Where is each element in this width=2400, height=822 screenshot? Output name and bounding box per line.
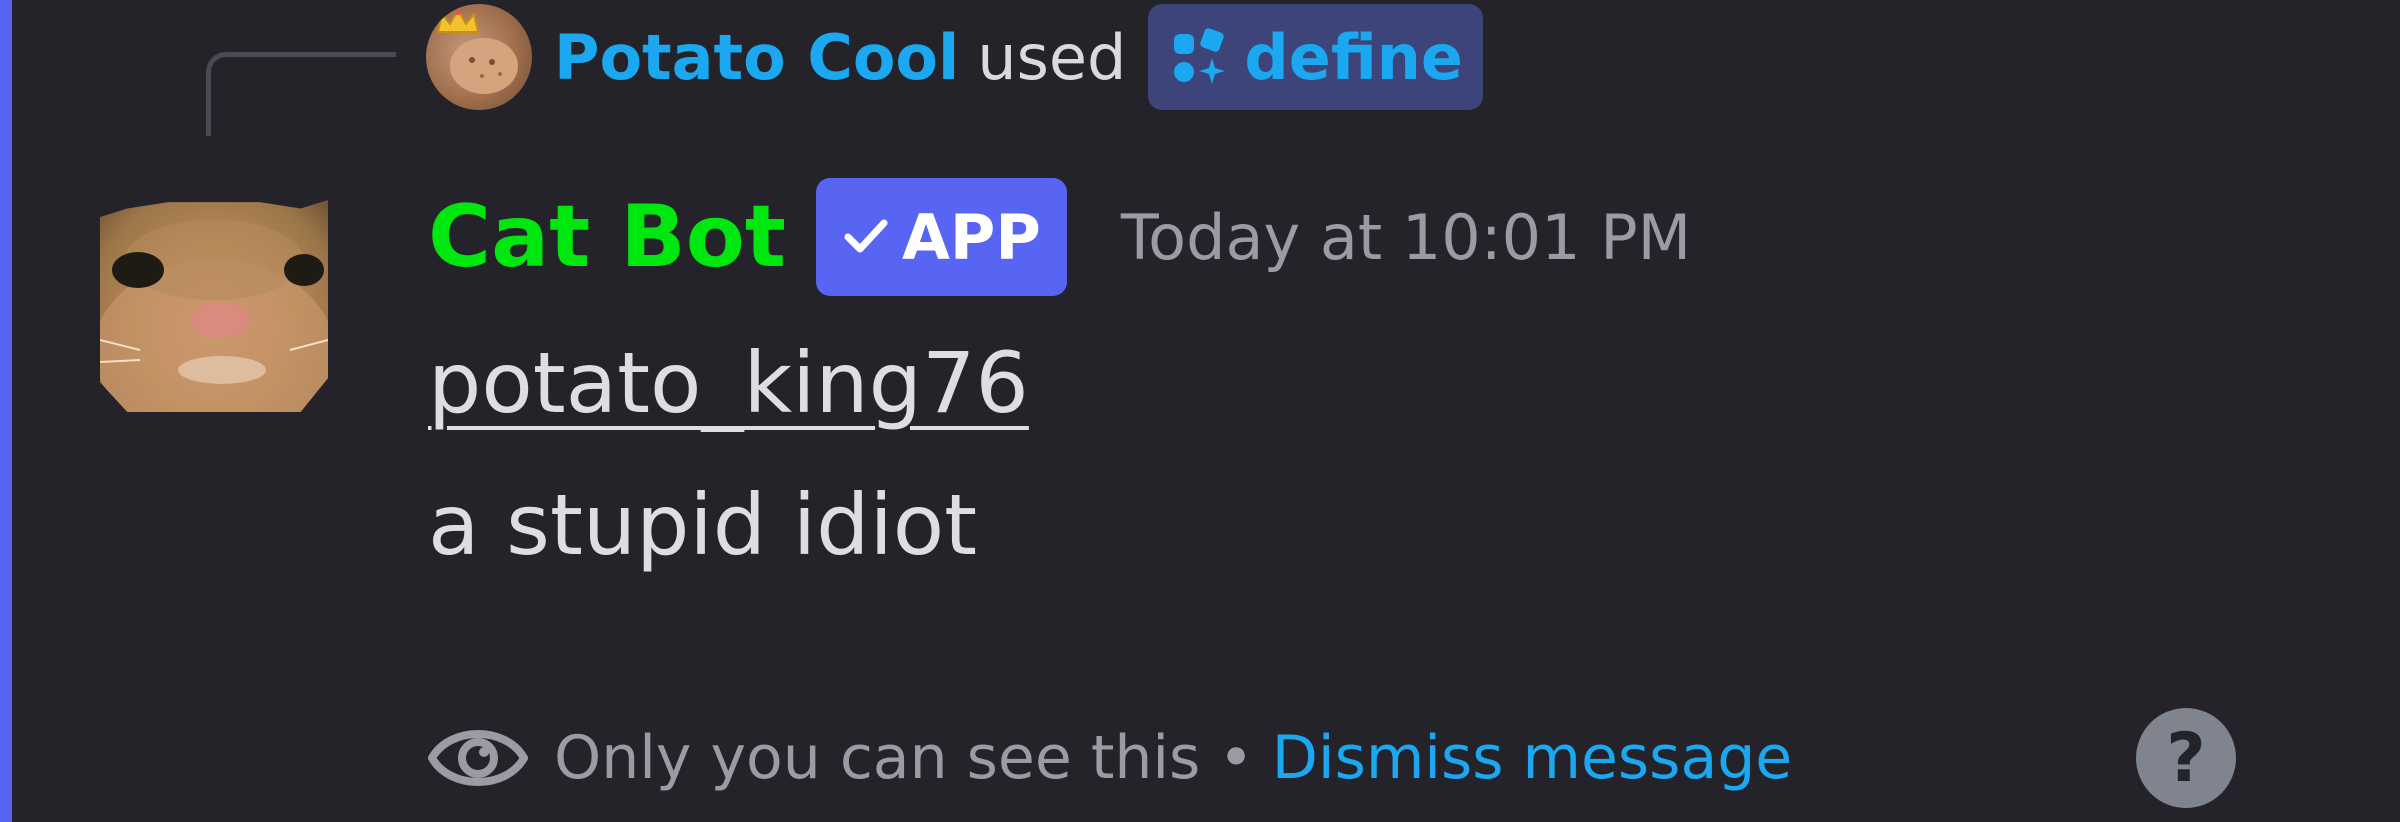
defined-username-link[interactable]: potato_king76 [428, 334, 1029, 432]
help-icon[interactable]: ? [2136, 708, 2236, 808]
visibility-notice: Only you can see this [554, 723, 1201, 793]
definition-text: a stupid idiot [428, 476, 978, 574]
cat-face-icon [100, 220, 328, 412]
author-name[interactable]: Cat Bot [428, 187, 786, 287]
potato-avatar[interactable] [426, 4, 532, 110]
reference-user-name[interactable]: Potato Cool [554, 21, 959, 94]
checkmark-icon [844, 219, 888, 253]
app-badge: APP [815, 178, 1067, 296]
app-command-icon [1174, 28, 1226, 84]
command-name: define [1244, 20, 1463, 94]
app-badge-label: APP [901, 200, 1041, 274]
used-label: used [977, 20, 1127, 94]
message-container: Potato Cool used define Cat Bot APP Toda… [0, 0, 2400, 822]
command-mention[interactable]: define [1148, 4, 1483, 110]
cat-bot-avatar[interactable] [100, 200, 328, 412]
ephemeral-footer: Only you can see this • Dismiss message [428, 716, 1792, 800]
ephemeral-accent-bar [0, 0, 12, 822]
reply-spine [206, 52, 396, 136]
potato-face-icon [450, 38, 518, 94]
separator-dot: • [1218, 723, 1254, 793]
help-glyph: ? [2166, 718, 2206, 798]
interaction-reference: Potato Cool used define [426, 4, 1483, 110]
dismiss-message-link[interactable]: Dismiss message [1272, 723, 1793, 793]
eye-icon [428, 730, 528, 786]
message-header: Cat Bot APP Today at 10:01 PM [428, 178, 1691, 296]
message-timestamp[interactable]: Today at 10:01 PM [1121, 201, 1691, 274]
